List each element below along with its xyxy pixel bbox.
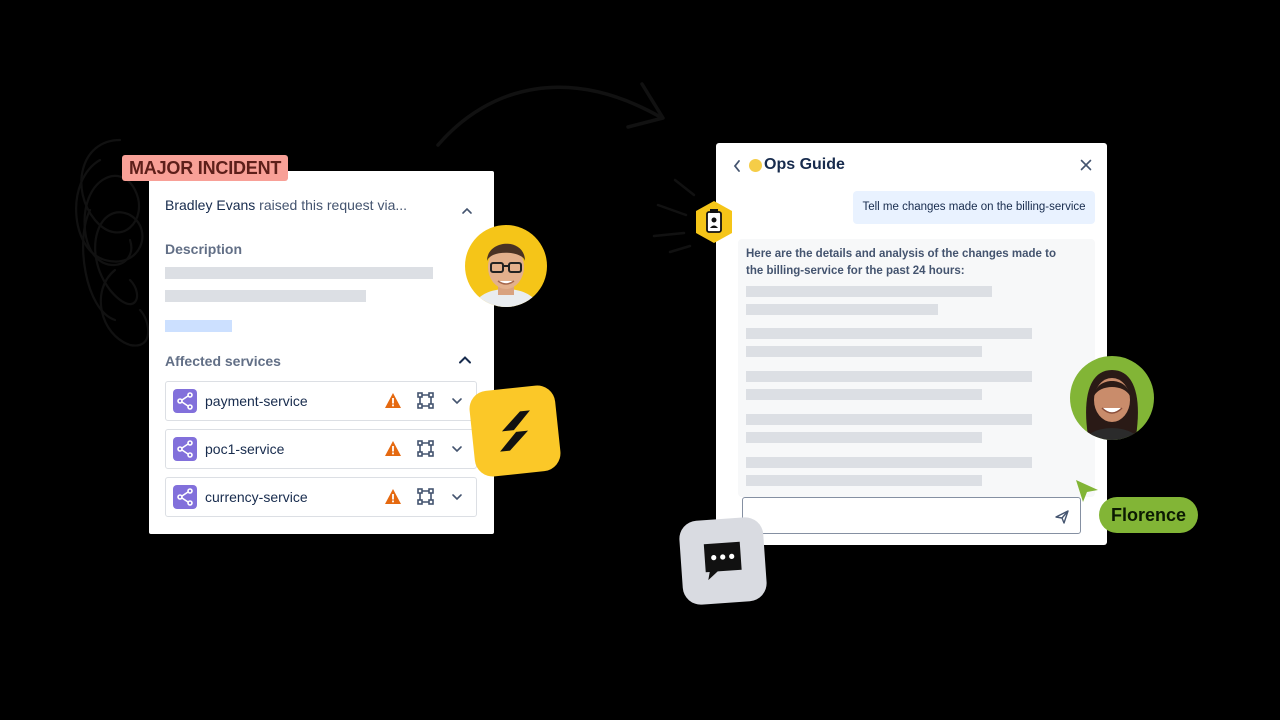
chat-icon — [703, 541, 742, 581]
incident-card: Bradley Evans raised this request via...… — [149, 171, 494, 534]
service-name: poc1-service — [205, 441, 285, 457]
chat-app-tile[interactable] — [678, 516, 768, 606]
response-placeholder-line — [746, 457, 1032, 468]
affected-services-label: Affected services — [165, 353, 281, 369]
service-name: payment-service — [205, 393, 308, 409]
chat-input[interactable] — [742, 497, 1081, 534]
flow-arrow-decoration — [436, 82, 665, 147]
robot-face-icon — [749, 159, 762, 172]
response-placeholder-line — [746, 328, 1032, 339]
chevron-up-icon[interactable] — [461, 205, 473, 217]
chevron-down-icon[interactable] — [451, 491, 463, 503]
user-message: Tell me changes made on the billing-serv… — [853, 191, 1095, 224]
service-row[interactable]: payment-service — [165, 381, 477, 421]
warning-icon — [385, 441, 401, 456]
response-placeholder-line — [746, 414, 1032, 425]
service-row[interactable]: currency-service — [165, 477, 477, 517]
response-placeholder-line — [746, 389, 982, 400]
cursor-icon — [1076, 480, 1098, 502]
chevron-down-icon[interactable] — [451, 443, 463, 455]
send-icon[interactable] — [1054, 509, 1070, 525]
response-placeholder-line — [746, 432, 982, 443]
reporter-avatar — [465, 225, 547, 307]
chevron-down-icon[interactable] — [451, 395, 463, 407]
assistant-message-text: Here are the details and analysis of the… — [746, 248, 1056, 277]
ops-guide-panel: Ops Guide Tell me changes made on the bi… — [716, 143, 1107, 545]
response-placeholder-line — [746, 346, 982, 357]
raised-by-line[interactable]: Bradley Evans raised this request via... — [165, 197, 407, 213]
warning-icon — [385, 393, 401, 408]
robot-badge-icon — [696, 201, 732, 243]
response-placeholder-line — [746, 475, 982, 486]
description-label: Description — [165, 241, 243, 257]
florence-avatar — [1070, 356, 1154, 440]
assistant-message: Here are the details and analysis of the… — [738, 239, 1095, 497]
lightning-app-tile[interactable] — [467, 383, 563, 479]
description-placeholder-line — [165, 290, 366, 302]
ops-guide-title: Ops Guide — [764, 156, 845, 173]
service-icon — [173, 437, 197, 461]
dependency-graph-icon[interactable] — [417, 440, 434, 457]
service-icon — [173, 485, 197, 509]
florence-name-tag: Florence — [1099, 497, 1199, 533]
raised-by-text: raised this request via... — [255, 197, 408, 213]
service-icon — [173, 389, 197, 413]
response-placeholder-line — [746, 371, 1032, 382]
response-placeholder-line — [746, 286, 992, 297]
description-placeholder-line — [165, 267, 433, 279]
major-incident-badge: MAJOR INCIDENT — [122, 155, 289, 181]
chevron-up-icon[interactable] — [458, 353, 472, 367]
reporter-name: Bradley Evans — [165, 197, 256, 213]
dependency-graph-icon[interactable] — [417, 488, 434, 505]
warning-icon — [385, 489, 401, 504]
lightning-icon — [500, 410, 530, 452]
back-icon[interactable] — [732, 159, 742, 173]
response-placeholder-line — [746, 304, 938, 315]
description-link-placeholder[interactable] — [165, 320, 232, 332]
service-name: currency-service — [205, 489, 308, 505]
dependency-graph-icon[interactable] — [417, 392, 434, 409]
close-icon[interactable] — [1080, 159, 1092, 171]
service-row[interactable]: poc1-service — [165, 429, 477, 469]
